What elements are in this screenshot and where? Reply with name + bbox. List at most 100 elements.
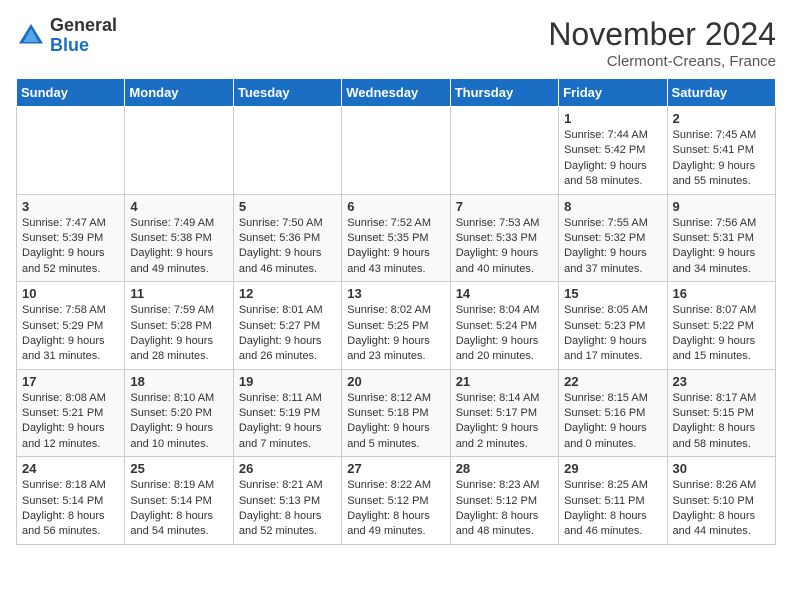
week-row-5: 24 Sunrise: 8:18 AM Sunset: 5:14 PM Dayli… [17,457,776,545]
day-info: Sunrise: 7:58 AM Sunset: 5:29 PM Dayligh… [22,303,119,365]
weekday-header-friday: Friday [559,79,667,107]
day-cell-16: 16 Sunrise: 8:07 AM Sunset: 5:22 PM Dayli… [667,282,775,370]
day-cell-26: 26 Sunrise: 8:21 AM Sunset: 5:13 PM Dayli… [233,457,341,545]
logo-general-text: General [50,15,117,35]
calendar-table: SundayMondayTuesdayWednesdayThursdayFrid… [16,78,776,545]
day-cell-11: 11Sunrise: 7:59 AM Sunset: 5:28 PM Dayli… [125,282,233,370]
week-row-2: 3 Sunrise: 7:47 AM Sunset: 5:39 PM Daylig… [17,194,776,282]
day-info: Sunrise: 7:50 AM Sunset: 5:36 PM Dayligh… [239,216,336,278]
empty-cell [125,107,233,195]
day-info: Sunrise: 8:26 AM Sunset: 5:10 PM Dayligh… [673,478,770,540]
day-cell-27: 27 Sunrise: 8:22 AM Sunset: 5:12 PM Dayli… [342,457,450,545]
day-number: 11 [130,286,227,301]
day-info: Sunrise: 7:52 AM Sunset: 5:35 PM Dayligh… [347,216,444,278]
day-info: Sunrise: 8:14 AM Sunset: 5:17 PM Dayligh… [456,391,553,453]
day-info: Sunrise: 7:55 AM Sunset: 5:32 PM Dayligh… [564,216,661,278]
weekday-header-saturday: Saturday [667,79,775,107]
day-number: 17 [22,374,119,389]
day-cell-28: 28Sunrise: 8:23 AM Sunset: 5:12 PM Dayli… [450,457,558,545]
day-info: Sunrise: 8:07 AM Sunset: 5:22 PM Dayligh… [673,303,770,365]
day-cell-4: 4Sunrise: 7:49 AM Sunset: 5:38 PM Daylig… [125,194,233,282]
day-info: Sunrise: 7:47 AM Sunset: 5:39 PM Dayligh… [22,216,119,278]
day-number: 15 [564,286,661,301]
day-info: Sunrise: 8:25 AM Sunset: 5:11 PM Dayligh… [564,478,661,540]
day-number: 23 [673,374,770,389]
weekday-header-monday: Monday [125,79,233,107]
day-cell-18: 18 Sunrise: 8:10 AM Sunset: 5:20 PM Dayli… [125,369,233,457]
day-number: 25 [130,461,227,476]
title-block: November 2024 Clermont-Creans, France [548,16,776,70]
day-number: 24 [22,461,119,476]
location: Clermont-Creans, France [548,53,776,70]
day-number: 14 [456,286,553,301]
day-number: 8 [564,199,661,214]
day-cell-17: 17 Sunrise: 8:08 AM Sunset: 5:21 PM Dayli… [17,369,125,457]
day-number: 20 [347,374,444,389]
day-number: 5 [239,199,336,214]
day-cell-6: 6 Sunrise: 7:52 AM Sunset: 5:35 PM Daylig… [342,194,450,282]
week-row-3: 10 Sunrise: 7:58 AM Sunset: 5:29 PM Dayli… [17,282,776,370]
day-cell-22: 22 Sunrise: 8:15 AM Sunset: 5:16 PM Dayli… [559,369,667,457]
day-info: Sunrise: 8:17 AM Sunset: 5:15 PM Dayligh… [673,391,770,453]
day-number: 16 [673,286,770,301]
week-row-1: 1 Sunrise: 7:44 AM Sunset: 5:42 PM Daylig… [17,107,776,195]
day-number: 29 [564,461,661,476]
page-header: General Blue November 2024 Clermont-Crea… [16,16,776,70]
day-cell-21: 21Sunrise: 8:14 AM Sunset: 5:17 PM Dayli… [450,369,558,457]
day-cell-3: 3 Sunrise: 7:47 AM Sunset: 5:39 PM Daylig… [17,194,125,282]
day-info: Sunrise: 8:05 AM Sunset: 5:23 PM Dayligh… [564,303,661,365]
day-cell-29: 29 Sunrise: 8:25 AM Sunset: 5:11 PM Dayli… [559,457,667,545]
day-cell-19: 19 Sunrise: 8:11 AM Sunset: 5:19 PM Dayli… [233,369,341,457]
day-cell-15: 15 Sunrise: 8:05 AM Sunset: 5:23 PM Dayli… [559,282,667,370]
day-info: Sunrise: 8:23 AM Sunset: 5:12 PM Dayligh… [456,478,553,540]
day-info: Sunrise: 8:11 AM Sunset: 5:19 PM Dayligh… [239,391,336,453]
day-cell-9: 9 Sunrise: 7:56 AM Sunset: 5:31 PM Daylig… [667,194,775,282]
day-cell-30: 30 Sunrise: 8:26 AM Sunset: 5:10 PM Dayli… [667,457,775,545]
empty-cell [342,107,450,195]
day-number: 1 [564,111,661,126]
day-cell-10: 10 Sunrise: 7:58 AM Sunset: 5:29 PM Dayli… [17,282,125,370]
day-info: Sunrise: 7:56 AM Sunset: 5:31 PM Dayligh… [673,216,770,278]
day-info: Sunrise: 7:49 AM Sunset: 5:38 PM Dayligh… [130,216,227,278]
day-info: Sunrise: 7:45 AM Sunset: 5:41 PM Dayligh… [673,128,770,190]
day-cell-12: 12Sunrise: 8:01 AM Sunset: 5:27 PM Dayli… [233,282,341,370]
day-cell-24: 24 Sunrise: 8:18 AM Sunset: 5:14 PM Dayli… [17,457,125,545]
day-number: 6 [347,199,444,214]
day-number: 13 [347,286,444,301]
day-info: Sunrise: 8:15 AM Sunset: 5:16 PM Dayligh… [564,391,661,453]
day-info: Sunrise: 7:44 AM Sunset: 5:42 PM Dayligh… [564,128,661,190]
weekday-header-tuesday: Tuesday [233,79,341,107]
day-info: Sunrise: 8:10 AM Sunset: 5:20 PM Dayligh… [130,391,227,453]
weekday-header-wednesday: Wednesday [342,79,450,107]
day-number: 18 [130,374,227,389]
day-cell-1: 1 Sunrise: 7:44 AM Sunset: 5:42 PM Daylig… [559,107,667,195]
day-number: 12 [239,286,336,301]
day-number: 22 [564,374,661,389]
empty-cell [450,107,558,195]
day-number: 26 [239,461,336,476]
day-info: Sunrise: 8:19 AM Sunset: 5:14 PM Dayligh… [130,478,227,540]
day-cell-7: 7Sunrise: 7:53 AM Sunset: 5:33 PM Daylig… [450,194,558,282]
day-number: 19 [239,374,336,389]
day-number: 3 [22,199,119,214]
empty-cell [233,107,341,195]
month-title: November 2024 [548,16,776,53]
day-info: Sunrise: 8:22 AM Sunset: 5:12 PM Dayligh… [347,478,444,540]
day-number: 9 [673,199,770,214]
day-cell-5: 5 Sunrise: 7:50 AM Sunset: 5:36 PM Daylig… [233,194,341,282]
weekday-header-thursday: Thursday [450,79,558,107]
day-number: 30 [673,461,770,476]
logo: General Blue [16,16,117,56]
day-info: Sunrise: 8:21 AM Sunset: 5:13 PM Dayligh… [239,478,336,540]
logo-icon [16,21,46,51]
day-info: Sunrise: 8:08 AM Sunset: 5:21 PM Dayligh… [22,391,119,453]
day-number: 7 [456,199,553,214]
day-info: Sunrise: 8:04 AM Sunset: 5:24 PM Dayligh… [456,303,553,365]
day-info: Sunrise: 8:02 AM Sunset: 5:25 PM Dayligh… [347,303,444,365]
day-number: 27 [347,461,444,476]
day-number: 10 [22,286,119,301]
day-info: Sunrise: 8:18 AM Sunset: 5:14 PM Dayligh… [22,478,119,540]
day-cell-8: 8 Sunrise: 7:55 AM Sunset: 5:32 PM Daylig… [559,194,667,282]
day-cell-25: 25 Sunrise: 8:19 AM Sunset: 5:14 PM Dayli… [125,457,233,545]
week-row-4: 17 Sunrise: 8:08 AM Sunset: 5:21 PM Dayli… [17,369,776,457]
